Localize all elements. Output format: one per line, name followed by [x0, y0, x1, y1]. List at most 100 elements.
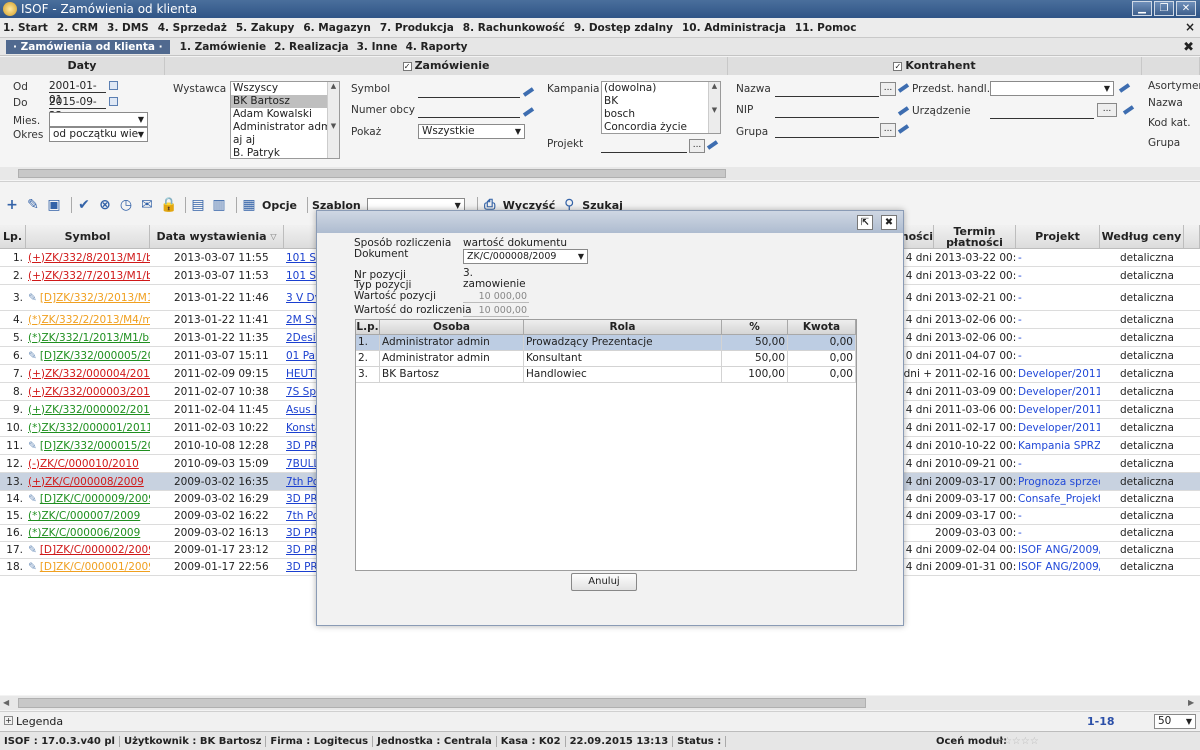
list-item[interactable]: B. Patryk: [231, 147, 339, 158]
table-row[interactable]: 3. BK Bartosz Handlowiec 100,00 0,00: [356, 367, 856, 383]
menu-produkcja[interactable]: 7. Produkcja: [380, 22, 454, 34]
row-projekt[interactable]: -: [1016, 508, 1100, 524]
urzadzenie-input[interactable]: [990, 105, 1094, 119]
row-symbol-link[interactable]: [D]ZK/C/000001/2009: [40, 561, 150, 573]
cancel-button[interactable]: Anuluj: [571, 573, 637, 591]
list-item[interactable]: Wszyscy: [231, 82, 339, 95]
row-symbol-link[interactable]: (+)ZK/332/7/2013/M1/bk: [28, 270, 150, 282]
row-projekt[interactable]: -: [1016, 285, 1100, 310]
projekt-input[interactable]: [601, 139, 687, 153]
row-symbol-link[interactable]: [D]ZK/332/3/2013/M1/: [40, 292, 150, 304]
scrollbar-thumb[interactable]: [18, 169, 726, 178]
row-projekt[interactable]: Consafe_Projekty: [1016, 491, 1100, 507]
symbol-input[interactable]: [418, 84, 520, 98]
row-symbol-link[interactable]: (*)ZK/C/000007/2009: [28, 510, 140, 522]
column-header-projekt[interactable]: Projekt: [1016, 225, 1100, 249]
export-pdf-icon[interactable]: ▥: [211, 197, 227, 213]
add-icon[interactable]: +: [4, 197, 20, 213]
row-symbol-link[interactable]: (+)ZK/332/000002/2011: [28, 404, 150, 416]
wystawca-list[interactable]: Wszyscy BK Bartosz Adam Kowalski Adminis…: [230, 81, 340, 159]
od-date-input[interactable]: 2001-01-01: [49, 79, 106, 106]
nip-input[interactable]: [775, 104, 879, 118]
numer-obcy-input[interactable]: [418, 104, 520, 118]
grupa-clear-icon[interactable]: [897, 124, 910, 134]
clock-icon[interactable]: ◷: [118, 197, 134, 213]
per-page-select[interactable]: 50 ▼: [1154, 714, 1196, 729]
grupa-input[interactable]: [775, 124, 879, 138]
scrollbar-thumb[interactable]: [18, 698, 866, 708]
column-header-symbol[interactable]: Symbol: [26, 225, 150, 249]
legend-label[interactable]: Legenda: [16, 715, 63, 728]
row-projekt[interactable]: Prognoza sprzeda: [1016, 473, 1100, 490]
row-symbol-link[interactable]: (*)ZK/332/000001/2011: [28, 422, 150, 434]
dokument-select[interactable]: ZK/C/000008/2009 ▼: [463, 249, 588, 264]
tab-inne[interactable]: 3. Inne: [357, 41, 398, 53]
row-projekt[interactable]: ISOF ANG/2009/€: [1016, 559, 1100, 575]
pokaz-select[interactable]: Wszystkie ▼: [418, 124, 525, 139]
list-item[interactable]: bosch: [602, 108, 720, 121]
kampania-list[interactable]: (dowolna) BK bosch Concordia życie ▲ ▼: [601, 81, 721, 134]
projekt-browse-button[interactable]: ...: [689, 139, 705, 153]
tab-raporty[interactable]: 4. Raporty: [406, 41, 468, 53]
row-projekt[interactable]: Developer/2011/:: [1016, 365, 1100, 382]
kampania-scrollbar[interactable]: ▲ ▼: [708, 82, 720, 133]
column-header-termin[interactable]: Termin płatności: [934, 225, 1016, 249]
preview-icon[interactable]: ▣: [46, 197, 62, 213]
nazwa-browse-button[interactable]: ...: [880, 82, 896, 96]
scroll-right-icon[interactable]: ▶: [1188, 698, 1194, 707]
minimize-button[interactable]: ▁: [1132, 1, 1152, 16]
popout-icon[interactable]: ⇱: [857, 215, 873, 230]
table-row[interactable]: 2. Administrator admin Konsultant 50,00 0,00: [356, 351, 856, 367]
row-symbol-link[interactable]: (+)ZK/C/000008/2009: [28, 476, 144, 488]
row-symbol-link[interactable]: (-)ZK/C/000010/2010: [28, 458, 139, 470]
menu-administracja[interactable]: 10. Administracja: [682, 22, 786, 34]
lock-icon[interactable]: 🔒: [160, 197, 177, 213]
column-header-terminowosci[interactable]: ności: [901, 225, 934, 249]
row-symbol-link[interactable]: (+)ZK/332/8/2013/M1/bk: [28, 252, 150, 264]
row-projekt[interactable]: Kampania SPRZED: [1016, 437, 1100, 454]
expand-legend-icon[interactable]: +: [4, 716, 13, 725]
list-item[interactable]: aj aj: [231, 134, 339, 147]
close-tab-icon[interactable]: ✖: [1183, 40, 1194, 55]
mail-icon[interactable]: ✉: [139, 197, 155, 213]
list-item[interactable]: Administrator admir: [231, 121, 339, 134]
menu-rachunkowosc[interactable]: 8. Rachunkowość: [463, 22, 565, 34]
kontrahent-checkbox[interactable]: ✓: [893, 62, 903, 71]
menu-sprzedaz[interactable]: 4. Sprzedaż: [158, 22, 227, 34]
table-row[interactable]: 1. Administrator admin Prowadzący Prezenta…: [356, 335, 856, 351]
row-projekt[interactable]: -: [1016, 329, 1100, 346]
row-projekt[interactable]: -: [1016, 347, 1100, 364]
row-kontrahent-link[interactable]: 01 Par: [286, 350, 319, 362]
row-symbol-link[interactable]: (*)ZK/332/2/2013/M4/mp: [28, 314, 150, 326]
column-header-osoba[interactable]: Osoba: [380, 320, 524, 335]
kontrahent-nazwa-input[interactable]: [775, 83, 879, 97]
column-header-procent[interactable]: %: [722, 320, 788, 335]
projekt-clear-icon[interactable]: [706, 140, 719, 150]
list-item[interactable]: BK Bartosz: [231, 95, 339, 108]
columns-icon[interactable]: ▦: [241, 197, 257, 213]
row-kontrahent-link[interactable]: 7th Po: [286, 476, 319, 488]
approve-icon[interactable]: ✔: [76, 197, 92, 213]
menu-zakupy[interactable]: 5. Zakupy: [236, 22, 294, 34]
row-symbol-link[interactable]: [D]ZK/332/000005/201: [40, 350, 150, 362]
wystawca-scrollbar[interactable]: ▲ ▼: [327, 82, 339, 158]
list-item[interactable]: Adam Kowalski: [231, 108, 339, 121]
row-symbol-link[interactable]: [D]ZK/C/000002/2009: [40, 544, 150, 556]
list-item[interactable]: Concordia życie: [602, 121, 720, 133]
nazwa-clear-icon[interactable]: [897, 83, 910, 93]
dialog-close-icon[interactable]: ✖: [881, 215, 897, 230]
list-item[interactable]: (dowolna): [602, 82, 720, 95]
menu-magazyn[interactable]: 6. Magazyn: [303, 22, 371, 34]
column-header-cena[interactable]: Według ceny: [1100, 225, 1184, 249]
column-header-kwota[interactable]: Kwota: [788, 320, 856, 335]
nip-clear-icon[interactable]: [897, 106, 910, 116]
row-symbol-link[interactable]: [D]ZK/C/000009/2009: [40, 493, 150, 505]
zamowienie-checkbox[interactable]: ✓: [402, 62, 412, 71]
restore-button[interactable]: ❐: [1154, 1, 1174, 16]
row-symbol-link[interactable]: [D]ZK/332/000015/201: [40, 440, 150, 452]
do-calendar-icon[interactable]: [109, 97, 118, 106]
row-kontrahent-link[interactable]: 7S Sp.: [286, 386, 319, 398]
row-projekt[interactable]: -: [1016, 267, 1100, 284]
column-header-rola[interactable]: Rola: [524, 320, 722, 335]
close-window-button[interactable]: ✕: [1176, 1, 1196, 16]
